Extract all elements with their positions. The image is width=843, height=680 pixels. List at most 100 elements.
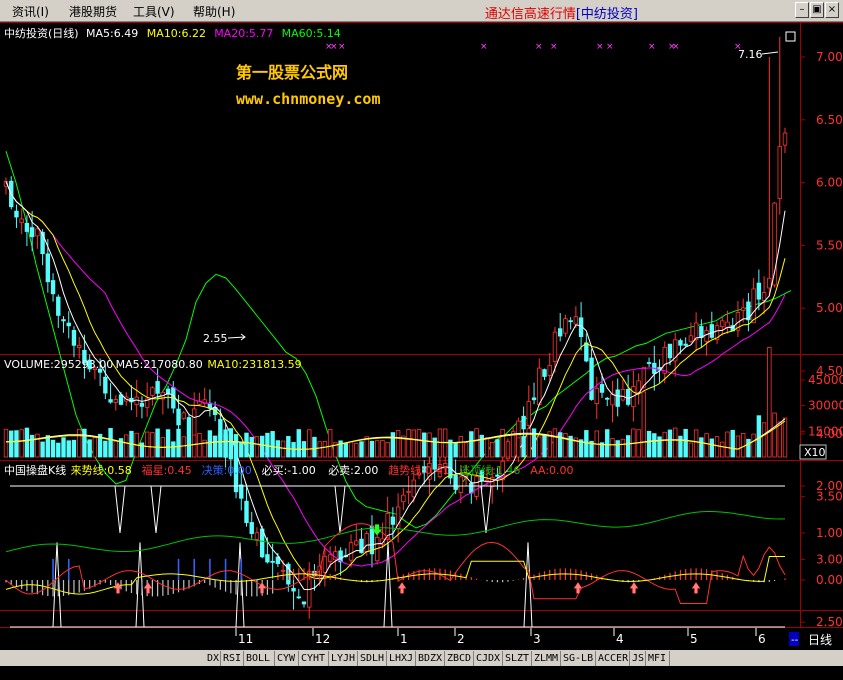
indicator-tab-js[interactable]: JS (630, 651, 646, 666)
signal-marker-icon: × (480, 42, 488, 52)
period-selector-icon: -- (791, 635, 799, 646)
volume-bar (772, 412, 777, 458)
price-candle (113, 399, 118, 403)
app-title: 通达信高速行情[中纺投资] (485, 3, 638, 22)
price-candle (469, 482, 474, 494)
volume-bar (275, 440, 281, 458)
volume-legend-item: MA5:217080.80 (116, 358, 203, 371)
sell-signal-spike (150, 485, 162, 534)
indicator-tab-lhxj[interactable]: LHXJ (387, 651, 416, 666)
price-legend-item: MA20:5.77 (214, 27, 273, 40)
volume-bar (395, 430, 401, 458)
price-tick-label: 6.50 (816, 113, 843, 127)
price-candle (244, 500, 249, 523)
indicator-tab-bdzx[interactable]: BDZX (416, 651, 445, 666)
volume-bar (66, 440, 71, 458)
app-subtitle-text: [中纺投资] (575, 7, 638, 22)
panel-expand-icon[interactable] (785, 31, 796, 42)
volume-bar (239, 441, 244, 458)
escape-top-line (5, 511, 786, 553)
indicator-tab-lyjh[interactable]: LYJH (329, 651, 358, 666)
indicator-tab-sg-lb[interactable]: SG-LB (561, 651, 596, 666)
price-candle (50, 280, 56, 295)
indicator-tab-rsi[interactable]: RSI (221, 651, 244, 666)
price-tick-label: 6.00 (816, 176, 843, 190)
price-panel-title: 中纺投资(日线) (4, 26, 79, 40)
sell-signal-spike (114, 485, 126, 534)
signal-marker-icon: × (550, 42, 558, 52)
indicator-tick-label: 2.00 (816, 479, 843, 493)
time-axis: 11 12 1 2 3 4 5 6 (235, 628, 766, 646)
menu-item-hk-futures[interactable]: 港股期货 (69, 3, 117, 20)
price-candle (662, 346, 667, 374)
time-tick-label: 12 (315, 632, 330, 646)
menu-item-info[interactable]: 资讯(I) (12, 3, 49, 20)
price-candle (265, 554, 270, 563)
buy-signal-spike (383, 542, 393, 628)
indicator-tab-slzt[interactable]: SLZT (503, 651, 532, 666)
volume-bar (469, 431, 474, 458)
menu-item-help[interactable]: 帮助(H) (193, 3, 235, 20)
price-candle (19, 218, 24, 224)
volume-bar (714, 436, 720, 458)
indicator-tick-label: 0.00 (816, 573, 843, 587)
indicator-tab-cyht[interactable]: CYHT (299, 651, 329, 666)
volume-bar (693, 429, 699, 458)
volume-bar (615, 440, 620, 458)
time-axis-blank (0, 628, 207, 650)
time-tick-label: 11 (238, 632, 253, 646)
volume-bar (751, 433, 756, 458)
indicator-legend-item: 逃顶线:1.46 (459, 463, 520, 477)
volume-bar (709, 438, 715, 458)
signal-marker-icon: × (330, 42, 338, 52)
minimize-icon: – (799, 4, 805, 15)
indicator-legend-item: 来势线:0.58 (71, 463, 132, 477)
price-legend-item: MA60:5.14 (282, 27, 341, 40)
menu-item-tools[interactable]: 工具(V) (133, 3, 175, 20)
volume-bar (192, 434, 197, 458)
close-button[interactable]: × (825, 2, 839, 18)
volume-bar (359, 441, 364, 458)
indicator-tab-accer[interactable]: ACCER (596, 651, 630, 666)
indicator-tab-cyw[interactable]: CYW (275, 651, 299, 666)
volume-bar (584, 430, 589, 458)
volume-bar (730, 429, 735, 458)
indicator-legend-item: 必卖:2.00 (328, 464, 378, 477)
price-tick-label: 2.50 (816, 615, 843, 629)
price-candle (327, 554, 333, 562)
indicator-legend-item: 中国操盘K线 (4, 463, 66, 477)
price-legend-item: MA5:6.49 (86, 27, 138, 40)
signal-marker-icon: × (338, 42, 346, 52)
indicator-tab-dx[interactable]: DX (205, 651, 221, 666)
chart-area[interactable]: ×× × × × × × × × ×× × 中纺投资(日线) MA5:6.49 MA10:6.22 M… (0, 22, 843, 650)
price-candle (259, 528, 265, 558)
price-candle (291, 587, 296, 592)
indicator-tab-zlmm[interactable]: ZLMM (532, 651, 561, 666)
indicator-tab-sdlh[interactable]: SDLH (358, 651, 387, 666)
indicator-tab-boll[interactable]: BOLL (244, 651, 275, 666)
price-candle (176, 408, 181, 426)
price-candle (620, 388, 626, 401)
volume-bar (782, 417, 788, 458)
indicator-tick-label: 1.00 (816, 526, 843, 540)
price-candle (239, 484, 244, 499)
time-tick-label: 6 (758, 632, 766, 646)
volume-bar (605, 429, 610, 458)
volume-bar (343, 442, 349, 458)
price-candle (599, 384, 605, 393)
price-candle (720, 320, 725, 327)
indicator-tab-zbcd[interactable]: ZBCD (445, 651, 474, 666)
volume-bar (144, 431, 150, 458)
volume-bar (233, 434, 239, 458)
volume-bar (375, 440, 380, 458)
volume-bar (259, 435, 265, 458)
indicator-tab-cjdx[interactable]: CJDX (474, 651, 503, 666)
minimize-button[interactable]: – (795, 2, 809, 18)
volume-bar (761, 422, 767, 458)
volume-bar (171, 441, 176, 458)
price-candle (192, 408, 197, 439)
volume-bar (108, 428, 113, 458)
restore-button[interactable]: ▣ (810, 2, 824, 18)
volume-bar (453, 442, 458, 458)
indicator-tab-mfi[interactable]: MFI (646, 651, 670, 666)
